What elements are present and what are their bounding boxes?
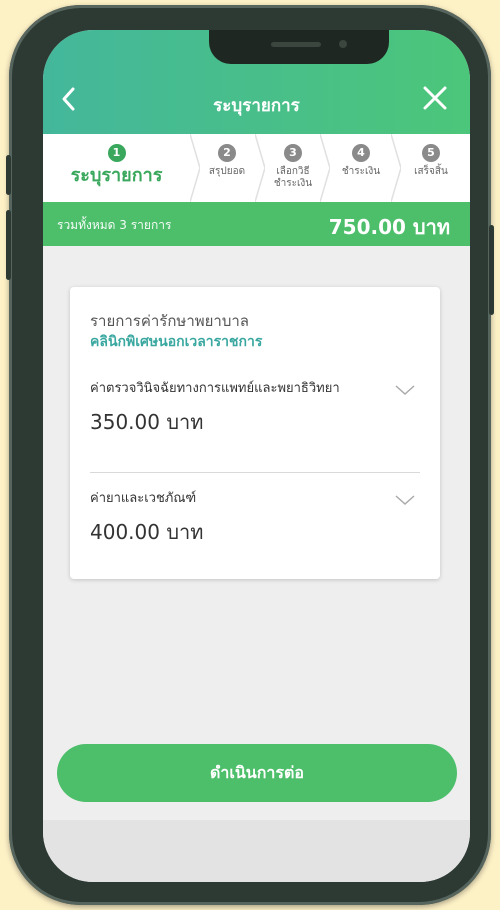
total-summary-bar: รวมทั้งหมด 3 รายการ 750.00 บาท: [43, 202, 470, 246]
step-separator: [255, 134, 265, 202]
bill-item[interactable]: ค่ายาและเวชภัณฑ์ 400.00 บาท: [90, 487, 420, 548]
step-3: 3 เลือกวิธี ชำระเงิน: [267, 134, 319, 202]
bill-card: รายการค่ารักษาพยาบาล คลินิกพิเศษนอกเวลาร…: [70, 287, 440, 579]
app-screen: ระบุรายการ 1 ระบุรายการ 2 สรุปยอด 3 เลือ…: [43, 30, 470, 882]
step-5: 5 เสร็จสิ้น: [401, 134, 461, 202]
step-number: 3: [284, 144, 302, 162]
step-number: 4: [352, 144, 370, 162]
close-button[interactable]: [420, 84, 450, 118]
step-separator: [320, 134, 330, 202]
step-label: เลือกวิธี ชำระเงิน: [273, 166, 313, 189]
phone-notch: [209, 30, 389, 64]
clinic-name: คลินิกพิเศษนอกเวลาราชการ: [90, 334, 263, 350]
step-2: 2 สรุปยอด: [201, 134, 253, 202]
step-number: 1: [107, 144, 126, 162]
bill-item[interactable]: ค่าตรวจวินิจฉัยทางการแพทย์และพยาธิวิทยา …: [90, 377, 420, 438]
item-name: ค่าตรวจวินิจฉัยทางการแพทย์และพยาธิวิทยา: [90, 381, 340, 396]
step-label: เสร็จสิ้น: [414, 166, 448, 177]
page-title: ระบุรายการ: [213, 96, 300, 116]
step-label: ระบุรายการ: [70, 165, 163, 186]
camera: [339, 40, 347, 48]
step-number: 5: [422, 144, 440, 162]
bottom-bar: [43, 820, 470, 882]
phone-side-button: [489, 225, 494, 315]
total-amount: 750.00 บาท: [328, 215, 450, 239]
phone-side-button: [6, 155, 11, 195]
item-name: ค่ายาและเวชภัณฑ์: [90, 491, 197, 506]
close-icon: [423, 86, 447, 110]
divider: [90, 472, 420, 473]
step-4: 4 ชำระเงิน: [332, 134, 390, 202]
phone-side-button: [6, 210, 11, 280]
step-separator: [190, 134, 200, 202]
stepper: 1 ระบุรายการ 2 สรุปยอด 3 เลือกวิธี ชำระเ…: [43, 134, 470, 202]
speaker: [271, 42, 321, 47]
chevron-down-icon[interactable]: [394, 383, 416, 397]
continue-button[interactable]: ดำเนินการต่อ: [57, 744, 457, 802]
total-count-label: รวมทั้งหมด 3 รายการ: [57, 218, 172, 232]
item-amount: 400.00 บาท: [90, 520, 204, 544]
step-number: 2: [218, 144, 236, 162]
step-label: สรุปยอด: [208, 166, 246, 177]
item-amount: 350.00 บาท: [90, 410, 204, 434]
step-label: ชำระเงิน: [341, 166, 381, 177]
card-title: รายการค่ารักษาพยาบาล: [90, 312, 249, 330]
step-separator: [391, 134, 401, 202]
step-1: 1 ระบุรายการ: [43, 134, 190, 202]
chevron-down-icon[interactable]: [394, 493, 416, 507]
